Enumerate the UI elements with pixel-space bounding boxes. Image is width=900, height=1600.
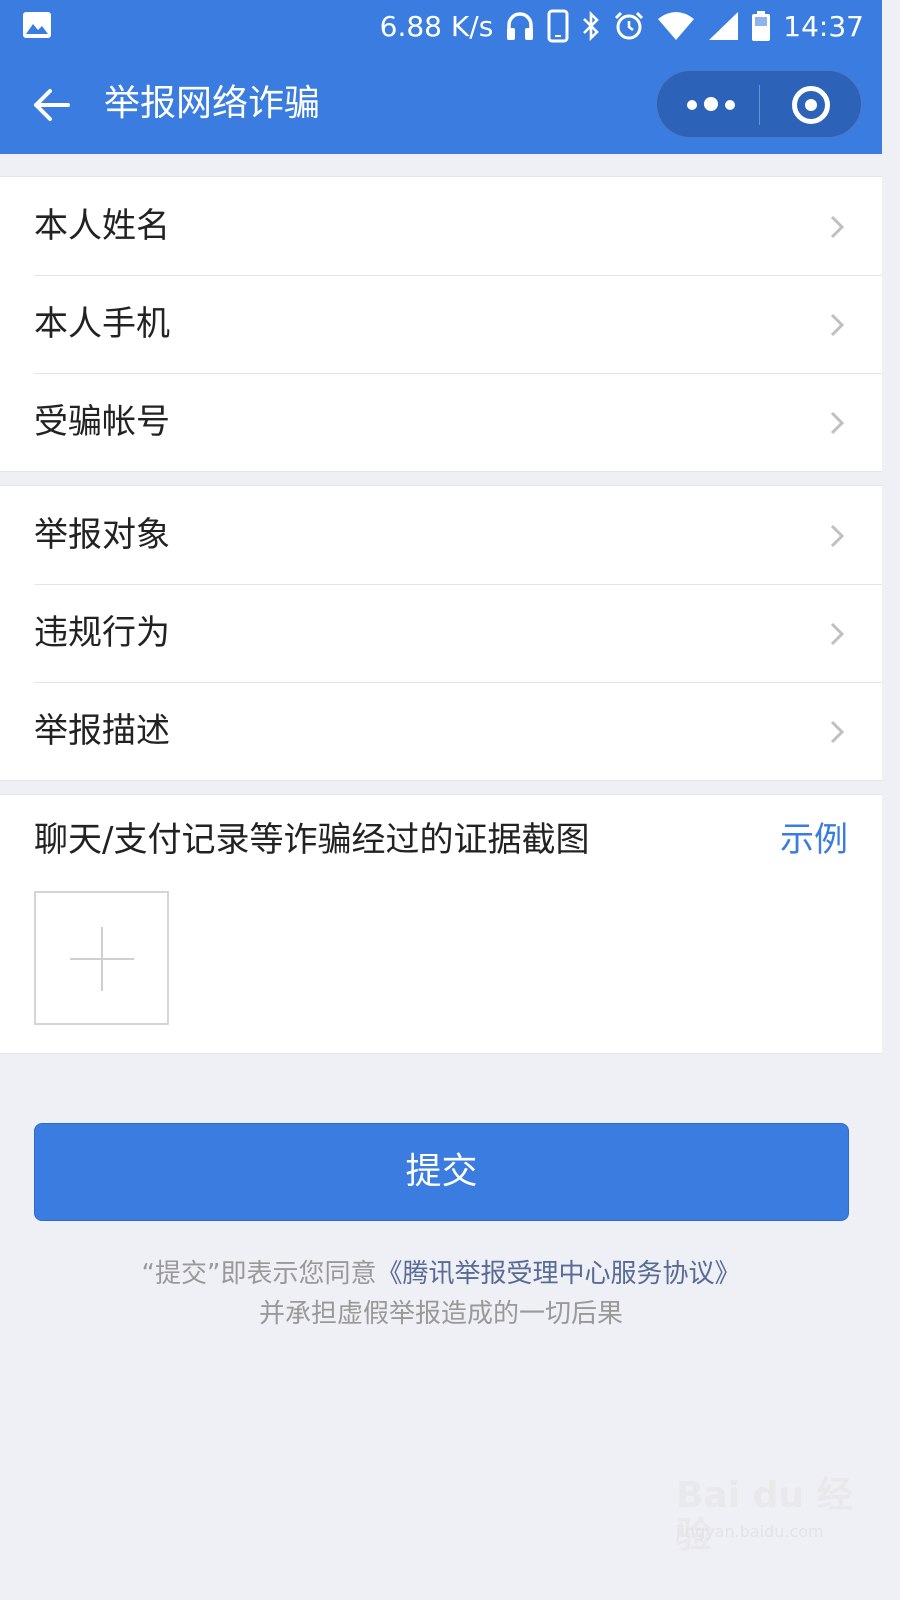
chevron-right-icon bbox=[830, 720, 845, 744]
phone-icon bbox=[547, 9, 569, 43]
chevron-right-icon bbox=[830, 215, 845, 239]
evidence-title: 聊天/支付记录等诈骗经过的证据截图 bbox=[34, 820, 590, 860]
agreement-prefix: “提交”即表示您同意 bbox=[141, 1259, 377, 1289]
submit-button[interactable]: 提交 bbox=[34, 1123, 849, 1221]
target-icon bbox=[792, 86, 830, 124]
baidu-jingyan-watermark: Bai du 经验 jingyan.baidu.com bbox=[676, 1472, 856, 1556]
service-agreement-link[interactable]: 《腾讯举报受理中心服务协议》 bbox=[376, 1259, 740, 1289]
headphones-icon bbox=[505, 10, 535, 42]
agreement-line-1: “提交”即表示您同意《腾讯举报受理中心服务协议》 bbox=[0, 1254, 882, 1294]
chevron-right-icon bbox=[830, 524, 845, 548]
app-header: 6.88 K/s 14:37 举报网络诈骗 bbox=[0, 0, 882, 154]
list-item-target[interactable]: 举报对象 bbox=[0, 486, 882, 584]
watermark-url: jingyan.baidu.com bbox=[676, 1522, 824, 1541]
example-link[interactable]: 示例 bbox=[780, 815, 848, 865]
nav-bar: 举报网络诈骗 bbox=[0, 54, 882, 154]
list-item-name[interactable]: 本人姓名 bbox=[0, 177, 882, 275]
list-item-violation[interactable]: 违规行为 bbox=[0, 584, 882, 682]
more-button[interactable] bbox=[657, 71, 759, 139]
list-item-label: 举报描述 bbox=[34, 711, 170, 751]
upload-image-button[interactable] bbox=[34, 891, 169, 1025]
list-item-label: 举报对象 bbox=[34, 515, 170, 555]
list-item-label: 本人姓名 bbox=[34, 206, 170, 246]
plus-icon bbox=[70, 927, 134, 991]
network-speed: 6.88 K/s bbox=[379, 9, 494, 43]
status-bar: 6.88 K/s 14:37 bbox=[0, 0, 882, 54]
list-item-description[interactable]: 举报描述 bbox=[0, 682, 882, 780]
report-details-group: 举报对象 违规行为 举报描述 bbox=[0, 485, 882, 781]
alarm-icon bbox=[613, 10, 645, 42]
mini-program-capsule bbox=[656, 70, 862, 138]
agreement-line-2: 并承担虚假举报造成的一切后果 bbox=[258, 1299, 623, 1329]
signal-icon bbox=[707, 11, 739, 41]
list-item-label: 违规行为 bbox=[34, 613, 170, 653]
chevron-right-icon bbox=[830, 411, 845, 435]
close-button[interactable] bbox=[760, 71, 863, 139]
watermark-logo: Bai du 经验 bbox=[676, 1475, 853, 1556]
chevron-right-icon bbox=[830, 622, 845, 646]
chevron-right-icon bbox=[830, 313, 845, 337]
gallery-icon bbox=[23, 12, 51, 38]
evidence-section: 聊天/支付记录等诈骗经过的证据截图 示例 bbox=[0, 794, 882, 1054]
agreement-text: “提交”即表示您同意《腾讯举报受理中心服务协议》 并承担虚假举报造成的一切后果 bbox=[0, 1254, 882, 1334]
list-item-label: 受骗帐号 bbox=[34, 402, 170, 442]
clock: 14:37 bbox=[783, 9, 864, 43]
list-item-phone[interactable]: 本人手机 bbox=[0, 275, 882, 373]
list-item-label: 本人手机 bbox=[34, 304, 170, 344]
wifi-icon bbox=[657, 11, 695, 41]
bluetooth-icon bbox=[581, 10, 601, 42]
page-title: 举报网络诈骗 bbox=[104, 83, 321, 124]
personal-info-group: 本人姓名 本人手机 受骗帐号 bbox=[0, 176, 882, 472]
back-arrow-icon[interactable] bbox=[30, 84, 72, 126]
list-item-account[interactable]: 受骗帐号 bbox=[0, 373, 882, 471]
battery-icon bbox=[751, 10, 771, 42]
